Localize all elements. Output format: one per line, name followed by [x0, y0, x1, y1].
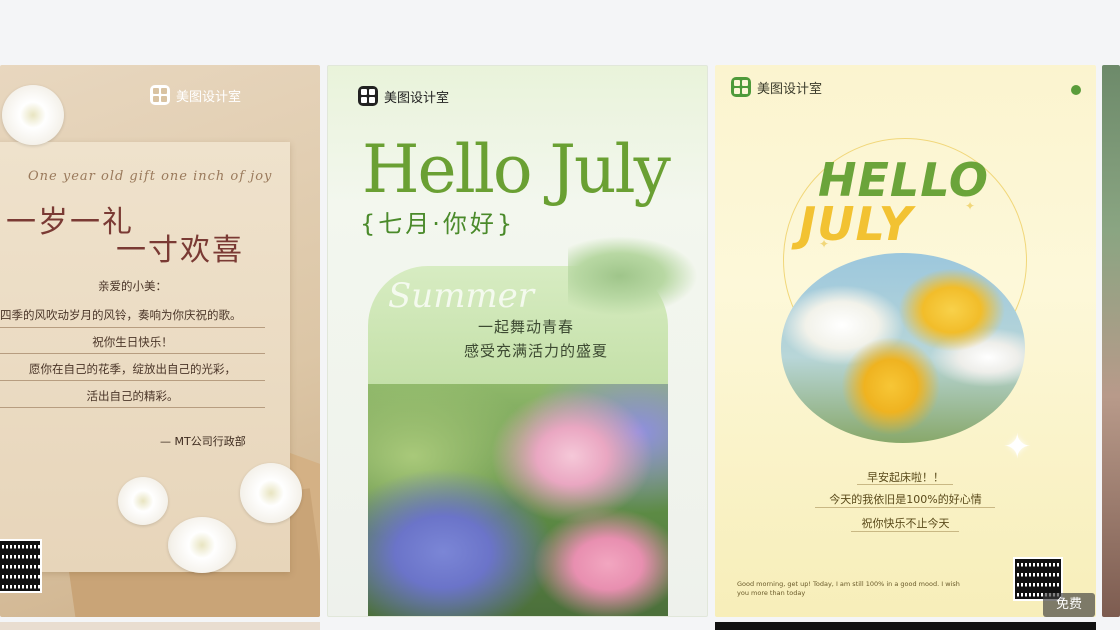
card-script-text: Summer [388, 276, 535, 316]
qr-code-icon [0, 539, 42, 593]
free-badge: 免费 [1043, 593, 1095, 617]
letter-line-3: 愿你在自己的花季，绽放出自己的光彩， [29, 362, 236, 376]
card-title-line2: 一寸欢喜 [116, 233, 244, 268]
template-card-partial[interactable] [1102, 65, 1120, 617]
template-card-hello-july-yellow[interactable]: 美图设计室 HELLO JULY ✦ ✦ ✦ 早安起床啦！！ 今天的我依旧是10… [715, 65, 1096, 617]
letter-line-1: 四季的风吹动岁月的风铃，奏响为你庆祝的歌。 [0, 308, 242, 322]
template-card-birthday[interactable]: 美图设计室 One year old gift one inch of joy … [0, 65, 320, 617]
brand-name: 美图设计室 [757, 81, 823, 97]
sparkle-icon: ✦ [1003, 427, 1032, 467]
card-message-2: 今天的我依旧是100%的好心情 [829, 493, 982, 506]
divider [0, 353, 265, 354]
card-title-july: JULY [799, 197, 913, 251]
template-card-hello-july-green[interactable]: 美图设计室 Hello July {七月·你好} Summer 一起舞动青春 感… [327, 65, 708, 617]
sparkle-icon: ✦ [819, 237, 830, 251]
divider [857, 484, 953, 485]
brand-label: 美图设计室 [358, 86, 449, 106]
brand-label: 美图设计室 [731, 77, 822, 97]
magnolia-flower [168, 517, 236, 573]
card-tagline-1: 一起舞动青春 [478, 318, 575, 336]
template-gallery: 美图设计室 One year old gift one inch of joy … [0, 0, 1120, 630]
brand-name: 美图设计室 [176, 89, 242, 105]
flower-photo [368, 384, 668, 616]
next-row-card-edge[interactable] [0, 622, 320, 630]
divider [0, 327, 265, 328]
greeting-text: 亲爱的小美： [98, 279, 167, 293]
magnolia-flower [118, 477, 168, 525]
card-tagline-2: 感受充满活力的盛夏 [464, 342, 609, 360]
card-script-text: One year old gift one inch of joy [28, 169, 273, 184]
tulip-photo [781, 253, 1025, 443]
sparkle-icon: ✦ [965, 199, 976, 213]
letter-line-4: 活出自己的精彩。 [86, 389, 179, 403]
magnolia-flower [2, 85, 64, 145]
card-message-3: 祝你快乐不止今天 [861, 517, 950, 530]
succulent-decoration [568, 236, 698, 316]
top-bar [0, 0, 1120, 62]
card-subtitle: {七月·你好} [360, 210, 516, 238]
brand-logo-icon [150, 85, 170, 105]
brand-name: 美图设计室 [384, 90, 450, 106]
letter-line-2: 祝你生日快乐！ [92, 335, 173, 349]
divider [0, 380, 265, 381]
next-row-card-edge[interactable] [715, 622, 1096, 630]
divider [0, 407, 265, 408]
divider [851, 531, 959, 532]
brand-logo-icon [731, 77, 751, 97]
brand-logo-icon [358, 86, 378, 106]
card-title: Hello July [362, 131, 671, 208]
status-dot [1071, 85, 1081, 95]
divider [815, 507, 995, 508]
signature-text: — MT公司行政部 [160, 435, 246, 448]
card-message-1: 早安起床啦！！ [867, 471, 944, 484]
magnolia-flower [240, 463, 302, 523]
brand-label: 美图设计室 [150, 85, 241, 105]
card-small-text: Good morning, get up! Today, I am still … [737, 580, 960, 597]
card-title-line1: 一岁一礼 [6, 205, 134, 240]
